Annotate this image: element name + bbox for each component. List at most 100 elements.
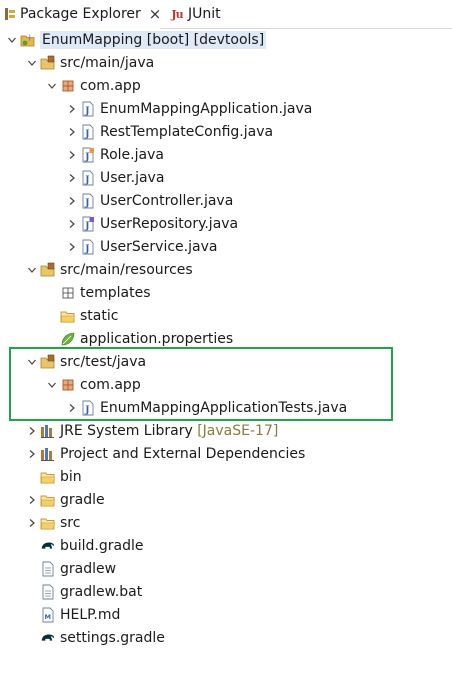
tree-item-settings-gradle[interactable]: settings.gradle [24,626,165,649]
chevron-right-icon[interactable] [64,216,80,232]
tree-item-label: EnumMappingApplicationTests.java [100,399,348,416]
tree-item-templates[interactable]: templates [44,281,151,304]
folder-icon [40,492,56,508]
svg-text:J: J [84,244,89,254]
tree-item-label: build.gradle [60,537,144,554]
chevron-right-icon[interactable] [64,124,80,140]
chevron-down-icon[interactable] [4,32,20,48]
tree-item-label: RestTemplateConfig.java [100,123,274,140]
svg-text:J: J [28,34,31,41]
source-folder-icon [40,55,56,71]
tree-item-help-md[interactable]: M HELP.md [24,603,120,626]
chevron-right-icon[interactable] [64,101,80,117]
chevron-down-icon[interactable] [24,354,40,370]
chevron-down-icon[interactable] [24,55,40,71]
svg-text:J: J [84,152,89,162]
tree-item-usercontroller-java[interactable]: J UserController.java [64,189,233,212]
tree-item-label: EnumMappingApplication.java [100,100,313,117]
tree-item-user-java[interactable]: J User.java [64,166,164,189]
chevron-right-icon[interactable] [64,170,80,186]
chevron-down-icon[interactable] [44,78,60,94]
tree-item-label: Role.java [100,146,164,163]
tree-item-project-and-external-dependencies[interactable]: Project and External Dependencies [24,442,305,465]
tree-item-src[interactable]: src [24,511,80,534]
project-icon: J [20,32,36,48]
tree-item-label: EnumMapping [boot] [devtools] [40,30,267,49]
tab-package-explorer[interactable]: Package Explorer × [0,0,162,29]
java-file-icon: J [80,101,96,117]
empty-package-icon [60,285,76,301]
java-file-icon: J [80,239,96,255]
chevron-right-icon[interactable] [64,193,80,209]
text-file-icon [40,561,56,577]
chevron-right-icon[interactable] [24,515,40,531]
chevron-right-icon[interactable] [24,423,40,439]
source-folder-icon [40,354,56,370]
java-file-icon: J [80,193,96,209]
tab-junit[interactable]: Ju JUnit [166,0,221,28]
chevron-right-icon[interactable] [64,400,80,416]
tree-item-resttemplateconfig-java[interactable]: J RestTemplateConfig.java [64,120,273,143]
chevron-right-icon[interactable] [24,492,40,508]
tree-item-gradlew-bat[interactable]: gradlew.bat [24,580,142,603]
close-icon[interactable]: × [149,6,162,22]
tree-item-label: com.app [80,77,141,94]
tree-item-src-main-resources[interactable]: src/main/resources [24,258,193,281]
tree-item-build-gradle[interactable]: build.gradle [24,534,144,557]
java-interface-file-icon: J [80,216,96,232]
tree-item-application-properties[interactable]: application.properties [44,327,233,350]
properties-leaf-icon [60,331,76,347]
tree-item-enummappingapplicationtests-java[interactable]: J EnumMappingApplicationTests.java [64,396,347,419]
package-icon [60,78,76,94]
svg-text:J: J [84,129,89,139]
tree-item-label: UserRepository.java [100,215,239,232]
tree-item-label: src/test/java [60,353,147,370]
tree-item-jre-system-library[interactable]: JRE System Library [JavaSE-17] [24,419,278,442]
tree-item-src-main-java[interactable]: src/main/java [24,51,154,74]
tree-item-src-test-java[interactable]: src/test/java [24,350,146,373]
tree-item-label: com.app [80,376,141,393]
tree-item-bin[interactable]: bin [24,465,82,488]
markdown-file-icon: M [40,607,56,623]
tree-item-enummapping-boot-devtools[interactable]: J EnumMapping [boot] [devtools] [4,28,267,51]
package-icon [60,377,76,393]
chevron-down-icon[interactable] [24,262,40,278]
source-folder-icon [40,262,56,278]
tree-item-role-java[interactable]: J Role.java [64,143,164,166]
chevron-down-icon[interactable] [44,377,60,393]
chevron-right-icon[interactable] [24,446,40,462]
tree-item-userservice-java[interactable]: J UserService.java [64,235,217,258]
package-explorer-icon [4,7,16,21]
tab-label-junit: JUnit [188,6,221,22]
library-icon [40,446,56,462]
tree-item-gradlew[interactable]: gradlew [24,557,116,580]
tree-item-gradle[interactable]: gradle [24,488,105,511]
tree-item-label: src/main/java [60,54,155,71]
tree-item-label: gradlew.bat [60,583,143,600]
tree-item-com-app[interactable]: com.app [44,74,141,97]
view-tab-bar: Package Explorer × Ju JUnit [0,0,452,29]
java-enum-file-icon: J [80,147,96,163]
tree-item-label: bin [60,468,82,485]
chevron-right-icon[interactable] [64,239,80,255]
tree-item-userrepository-java[interactable]: J UserRepository.java [64,212,238,235]
tree-item-label: UserService.java [100,238,218,255]
tree-item-static[interactable]: static [44,304,118,327]
chevron-right-icon[interactable] [64,147,80,163]
tree-item-label: gradlew [60,560,117,577]
svg-text:J: J [84,405,89,415]
tree-item-enummappingapplication-java[interactable]: J EnumMappingApplication.java [64,97,312,120]
svg-text:J: J [84,221,89,231]
tree-item-com-app[interactable]: com.app [44,373,141,396]
tree-item-label: UserController.java [100,192,234,209]
library-version-decoration: [JavaSE-17] [197,422,279,439]
folder-icon [40,469,56,485]
svg-text:M: M [45,613,51,621]
